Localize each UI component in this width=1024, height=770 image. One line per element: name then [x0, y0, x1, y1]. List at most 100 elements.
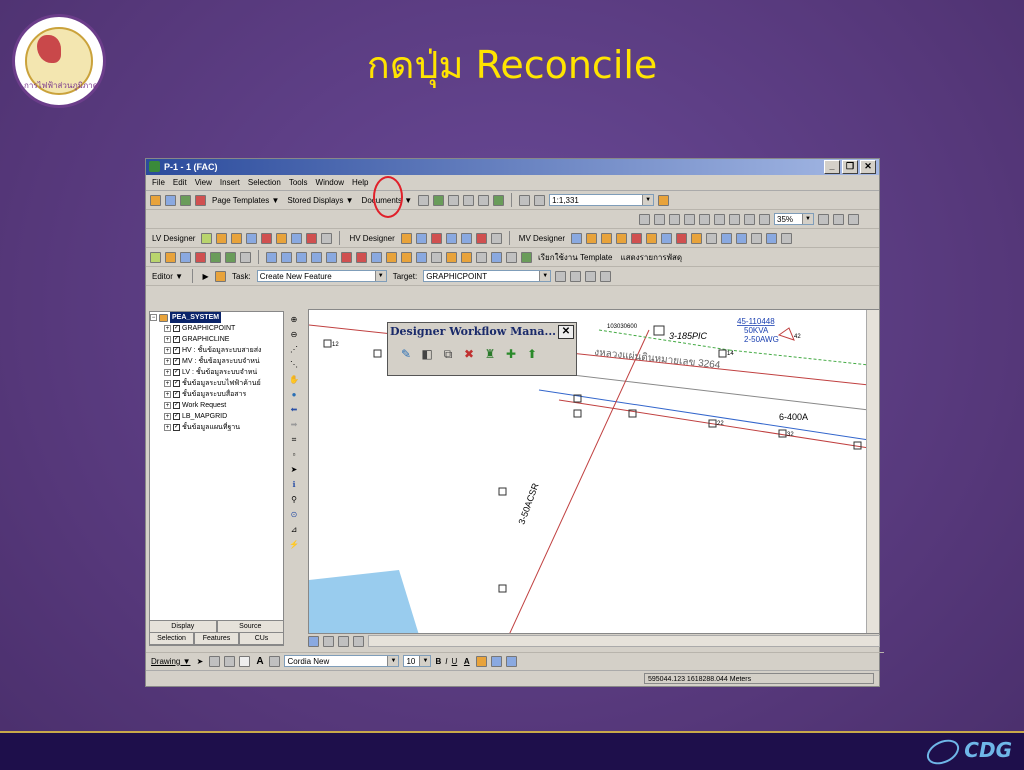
- tree-icon[interactable]: [433, 194, 445, 206]
- restore-button[interactable]: ❐: [842, 160, 858, 174]
- design-7-icon[interactable]: [240, 251, 251, 263]
- tool-f-icon[interactable]: [341, 251, 352, 263]
- mv-tool-5-icon[interactable]: [631, 232, 643, 244]
- design-1-icon[interactable]: [150, 251, 161, 263]
- go-to-xy-icon[interactable]: ⊙: [289, 509, 300, 520]
- tab-features[interactable]: Features: [194, 632, 239, 645]
- grid-icon[interactable]: [448, 194, 460, 206]
- zoom-100-icon[interactable]: [729, 213, 740, 225]
- pan-icon[interactable]: ✋: [289, 374, 300, 385]
- full-extent-icon[interactable]: [714, 213, 725, 225]
- sketch-properties-icon[interactable]: [600, 270, 612, 282]
- fixed-zoom-in-icon[interactable]: [684, 213, 695, 225]
- menu-edit[interactable]: Edit: [173, 178, 187, 187]
- hv-tool-3-icon[interactable]: [430, 232, 442, 244]
- pole-symbol[interactable]: [718, 349, 727, 358]
- tool-q-icon[interactable]: [506, 251, 517, 263]
- menu-help[interactable]: Help: [352, 178, 368, 187]
- rectangle-icon[interactable]: [239, 655, 251, 667]
- fixed-zoom-in-icon[interactable]: ⋰: [289, 344, 300, 355]
- zoom-in-icon[interactable]: ⊕: [289, 314, 300, 325]
- select-features-icon[interactable]: ⌗: [289, 434, 300, 445]
- tool-b-icon[interactable]: [281, 251, 292, 263]
- mv-tool-13-icon[interactable]: [751, 232, 763, 244]
- delete-design-icon[interactable]: ✖: [461, 346, 477, 362]
- expand-icon[interactable]: +: [164, 336, 171, 343]
- menu-file[interactable]: File: [152, 178, 165, 187]
- pole-symbol[interactable]: [373, 349, 382, 358]
- toc-layer[interactable]: + ✓ ชั้นข้อมูลแผนที่ฐาน: [150, 422, 283, 433]
- select-pointer-icon[interactable]: ➤: [194, 656, 205, 667]
- frame-icon[interactable]: [478, 194, 490, 206]
- close-button[interactable]: ✕: [860, 160, 876, 174]
- sketch-tool-icon[interactable]: [215, 270, 227, 282]
- pole-symbol[interactable]: [653, 325, 665, 336]
- hv-tool-2-icon[interactable]: [415, 232, 427, 244]
- bold-button[interactable]: B: [435, 657, 441, 666]
- toc-layer[interactable]: + ✓ GRAPHICPOINT: [150, 323, 283, 334]
- select-elements-icon[interactable]: ➤: [289, 464, 300, 475]
- open-icon[interactable]: [150, 194, 161, 206]
- mv-tool-14-icon[interactable]: [766, 232, 778, 244]
- lv-tool-1-icon[interactable]: [201, 232, 213, 244]
- layer-checkbox[interactable]: ✓: [173, 336, 180, 343]
- pole-symbol[interactable]: [498, 487, 507, 496]
- back-arrow-icon[interactable]: ⬅: [289, 404, 300, 415]
- expand-icon[interactable]: +: [164, 369, 171, 376]
- toc-layer[interactable]: + ✓ ชั้นข้อมูลระบบสื่อสาร: [150, 389, 283, 400]
- layer-checkbox[interactable]: ✓: [173, 358, 180, 365]
- tool-p-icon[interactable]: [491, 251, 502, 263]
- dialog-titlebar[interactable]: Designer Workflow Mana...: [388, 323, 576, 339]
- zoom-page-icon[interactable]: [639, 213, 650, 225]
- design-3-icon[interactable]: [180, 251, 191, 263]
- refresh-icon[interactable]: [338, 635, 349, 647]
- tool-h-icon[interactable]: [371, 251, 382, 263]
- toc-layer[interactable]: + ✓ GRAPHICLINE: [150, 334, 283, 345]
- toc-layer[interactable]: + ✓ LB_MAPGRID: [150, 411, 283, 422]
- tool-j-icon[interactable]: [401, 251, 412, 263]
- mv-tool-6-icon[interactable]: [646, 232, 658, 244]
- split-tool-icon[interactable]: [555, 270, 567, 282]
- tool-e-icon[interactable]: [326, 251, 337, 263]
- attributes-icon[interactable]: [585, 270, 597, 282]
- font-color-icon[interactable]: A: [461, 656, 472, 667]
- expand-icon[interactable]: +: [164, 402, 171, 409]
- zoom-combo[interactable]: 35% ▼: [774, 213, 814, 225]
- mv-tool-2-icon[interactable]: [586, 232, 598, 244]
- text-icon[interactable]: A: [254, 656, 265, 667]
- menu-window[interactable]: Window: [316, 178, 344, 187]
- data-view-icon[interactable]: [308, 635, 319, 647]
- open-design-icon[interactable]: ◧: [419, 346, 435, 362]
- expand-icon[interactable]: +: [164, 413, 171, 420]
- layer-checkbox[interactable]: ✓: [173, 413, 180, 420]
- toc-layer[interactable]: + ✓ Work Request: [150, 400, 283, 411]
- design-4-icon[interactable]: [195, 251, 206, 263]
- fill-color-icon[interactable]: [476, 655, 488, 667]
- minimize-button[interactable]: _: [824, 160, 840, 174]
- lv-tool-9-icon[interactable]: [321, 232, 333, 244]
- fixed-zoom-out-icon[interactable]: [699, 213, 710, 225]
- design-2-icon[interactable]: [165, 251, 176, 263]
- hv-tool-5-icon[interactable]: [460, 232, 472, 244]
- lv-tool-4-icon[interactable]: [246, 232, 258, 244]
- zoom-out-icon[interactable]: ⊖: [289, 329, 300, 340]
- edit-tool-icon[interactable]: ▶: [200, 271, 211, 282]
- mv-tool-15-icon[interactable]: [781, 232, 793, 244]
- target-combo[interactable]: GRAPHICPOINT ▼: [423, 270, 552, 282]
- menu-tools[interactable]: Tools: [289, 178, 308, 187]
- chevron-down-icon[interactable]: ▼: [539, 271, 551, 281]
- pan-page-icon[interactable]: [669, 213, 680, 225]
- lv-tool-7-icon[interactable]: [291, 232, 303, 244]
- toc-layer[interactable]: + ✓ MV : ชั้นข้อมูลระบบจำหน่: [150, 356, 283, 367]
- pole-symbol[interactable]: [323, 339, 332, 348]
- mv-tool-11-icon[interactable]: [721, 232, 733, 244]
- scale-combo[interactable]: 1:1,331 ▼: [549, 194, 655, 206]
- tool-d-icon[interactable]: [311, 251, 322, 263]
- expand-icon[interactable]: +: [164, 358, 171, 365]
- zoom-whole-icon[interactable]: [224, 655, 236, 667]
- chevron-down-icon[interactable]: ▼: [387, 656, 399, 666]
- lv-tool-6-icon[interactable]: [276, 232, 288, 244]
- layer-checkbox[interactable]: ✓: [173, 347, 180, 354]
- pole-symbol[interactable]: [573, 409, 582, 418]
- stored-displays-menu[interactable]: Stored Displays ▼: [287, 196, 353, 205]
